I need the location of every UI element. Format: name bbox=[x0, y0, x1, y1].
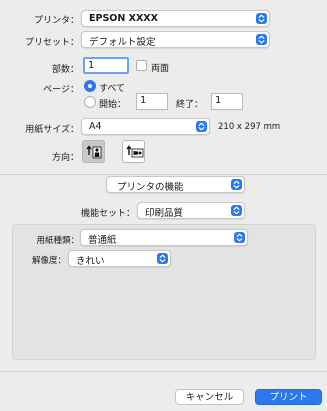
pages-end-label: 終了： bbox=[176, 100, 204, 110]
section-popup[interactable]: プリンタの機能 bbox=[106, 176, 245, 193]
media-type-label: 用紙種類： bbox=[36, 236, 79, 246]
resolution-label: 解像度： bbox=[31, 256, 66, 266]
duplex-checkbox[interactable] bbox=[136, 60, 147, 71]
printer-popup[interactable]: EPSON XXXX bbox=[81, 10, 270, 27]
resolution-value: きれい bbox=[76, 256, 105, 267]
paper-dimensions: 210 x 297 mm bbox=[218, 122, 281, 132]
pages-all-radio[interactable] bbox=[84, 80, 96, 92]
chevron-updown-icon bbox=[157, 253, 168, 264]
portrait-icon bbox=[83, 145, 106, 167]
preset-popup[interactable]: デフォルト設定 bbox=[81, 31, 270, 48]
chevron-updown-icon bbox=[234, 232, 245, 243]
landscape-orientation-button[interactable] bbox=[122, 140, 145, 163]
pages-start-label: 開始： bbox=[99, 100, 127, 110]
resolution-popup[interactable]: きれい bbox=[68, 250, 171, 267]
chevron-updown-icon bbox=[256, 34, 267, 45]
pages-label: ページ： bbox=[43, 85, 79, 95]
orientation-label: 方向： bbox=[51, 153, 79, 163]
preset-label: プリセット： bbox=[24, 38, 79, 48]
pages-all-label: すべて bbox=[99, 84, 126, 94]
chevron-updown-icon bbox=[196, 121, 207, 132]
pages-range-radio[interactable] bbox=[84, 96, 96, 108]
portrait-orientation-button[interactable] bbox=[82, 140, 105, 163]
preset-value: デフォルト設定 bbox=[89, 37, 156, 48]
printer-value: EPSON XXXX bbox=[89, 13, 158, 24]
chevron-updown-icon bbox=[231, 205, 242, 216]
feature-set-label: 機能セット： bbox=[80, 209, 135, 219]
media-type-popup[interactable]: 普通紙 bbox=[80, 229, 248, 246]
feature-set-value: 印刷品質 bbox=[145, 208, 184, 219]
landscape-icon bbox=[123, 145, 146, 167]
print-button[interactable]: プリント bbox=[255, 389, 322, 405]
chevron-updown-icon bbox=[231, 179, 242, 190]
footer-divider bbox=[0, 371, 327, 372]
cancel-button[interactable]: キャンセル bbox=[175, 389, 244, 405]
paper-size-label: 用紙サイズ： bbox=[25, 125, 79, 135]
section-value: プリンタの機能 bbox=[117, 182, 184, 193]
copies-field[interactable]: 1 bbox=[83, 57, 129, 74]
copies-label: 部数： bbox=[51, 65, 79, 75]
printer-label: プリンタ： bbox=[33, 16, 79, 26]
paper-size-value: A4 bbox=[89, 121, 102, 132]
pages-end-field[interactable]: 1 bbox=[211, 93, 243, 110]
media-type-value: 普通紙 bbox=[88, 235, 117, 246]
chevron-updown-icon bbox=[256, 13, 267, 24]
paper-size-popup[interactable]: A4 bbox=[81, 118, 210, 135]
duplex-label: 両面 bbox=[151, 64, 170, 74]
pages-start-field[interactable]: 1 bbox=[136, 93, 168, 110]
feature-set-popup[interactable]: 印刷品質 bbox=[137, 202, 245, 219]
divider bbox=[0, 174, 327, 175]
